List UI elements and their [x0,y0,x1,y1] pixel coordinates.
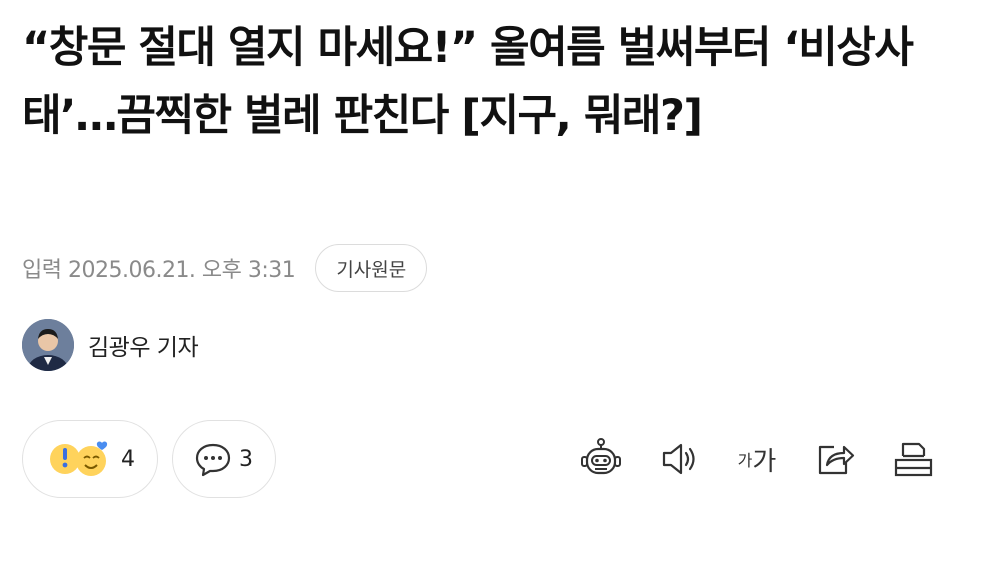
byline[interactable]: 김광우 기자 [22,318,199,372]
reporter-name[interactable]: 김광우 기자 [88,328,199,362]
reaction-count: 4 [121,446,135,472]
article-toolbar: 가가 [578,428,936,490]
article-headline: “창문 절대 열지 마세요!” 올여름 벌써부터 ‘비상사태’…끔찍한 벌레 판… [22,23,914,141]
comment-count: 3 [239,446,253,472]
text-to-speech-button[interactable] [656,436,702,482]
reaction-button[interactable]: 4 [22,420,158,498]
print-icon [894,442,933,477]
robot-summary-icon [581,438,621,475]
summary-bot-button[interactable] [578,436,624,482]
comment-button[interactable]: 3 [172,420,276,498]
speech-bubble-icon [195,443,231,477]
publish-date: 입력 2025.06.21. 오후 3:31 [22,258,296,283]
article-meta: 입력 2025.06.21. 오후 3:31 기사원문 [22,243,428,293]
reporter-avatar[interactable] [22,319,74,371]
font-size-big-label: 가 [752,446,777,477]
speaker-icon [662,443,695,475]
share-icon [818,445,855,475]
font-size-button[interactable]: 가가 [734,436,780,482]
original-article-button[interactable]: 기사원문 [315,244,428,292]
font-size-small-label: 가 [737,451,753,470]
reaction-emoji-icons [50,441,108,476]
reporter-photo [22,319,74,371]
print-button[interactable] [890,436,936,482]
happy-heart-emoji-icon [76,441,108,476]
share-button[interactable] [812,436,858,482]
surprised-emoji-icon [50,444,80,474]
